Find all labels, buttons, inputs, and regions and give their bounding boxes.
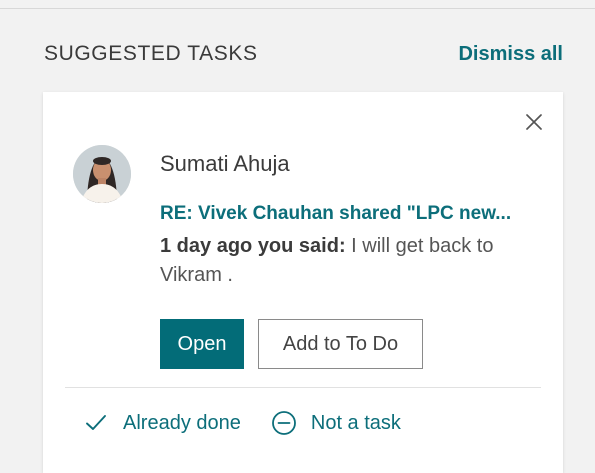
close-icon[interactable] (522, 110, 546, 134)
panel-header: SUGGESTED TASKS Dismiss all (44, 38, 563, 70)
already-done-label: Already done (123, 411, 241, 434)
email-snippet: 1 day ago you said: I will get back to V… (160, 232, 530, 290)
panel-title: SUGGESTED TASKS (44, 42, 258, 65)
not-a-task-button[interactable]: Not a task (271, 410, 401, 436)
suggested-tasks-panel: SUGGESTED TASKS Dismiss all Sumati Ahuja… (0, 0, 595, 473)
checkmark-icon (83, 410, 109, 436)
snippet-prefix: 1 day ago you said: (160, 235, 346, 257)
task-card: Sumati Ahuja RE: Vivek Chauhan shared "L… (43, 92, 563, 473)
card-buttons: Open Add to To Do (160, 319, 423, 369)
email-subject-link[interactable]: RE: Vivek Chauhan shared "LPC new... (160, 203, 543, 225)
not-a-task-label: Not a task (310, 411, 401, 434)
sender-name: Sumati Ahuja (160, 151, 290, 176)
dismiss-all-link[interactable]: Dismiss all (458, 43, 563, 66)
card-actions: Already done Not a task (83, 410, 401, 436)
minus-circle-icon (271, 410, 297, 436)
card-divider (65, 387, 541, 388)
open-button[interactable]: Open (160, 319, 244, 369)
avatar (73, 145, 131, 203)
already-done-button[interactable]: Already done (83, 410, 241, 436)
add-to-todo-button[interactable]: Add to To Do (258, 319, 423, 369)
top-divider (0, 8, 595, 9)
